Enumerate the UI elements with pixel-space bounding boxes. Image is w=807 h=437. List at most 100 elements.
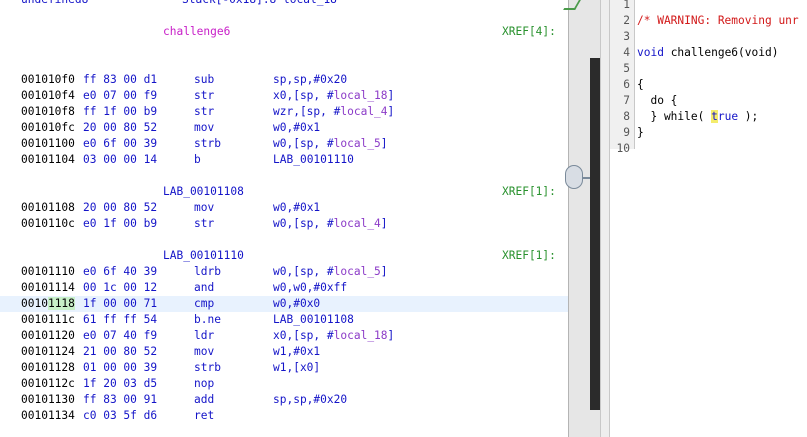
label-line[interactable]: LAB_00101108 XREF[1]: [0, 184, 568, 200]
function-label-line[interactable]: challenge6 XREF[4]: [0, 24, 568, 40]
decompiler-line[interactable]: 8 } while( true ); [610, 109, 807, 125]
instruction-address[interactable]: 00101118 [21, 296, 75, 312]
instruction-address[interactable]: 001010f8 [21, 104, 75, 120]
instruction-mnemonic[interactable]: str [194, 104, 214, 120]
instruction-mnemonic[interactable]: and [194, 280, 214, 296]
instruction-operands[interactable]: w1,[x0] [273, 360, 320, 376]
instruction-address[interactable]: 00101120 [21, 328, 75, 344]
instruction-address[interactable]: 001010f0 [21, 72, 75, 88]
instruction-operands[interactable]: LAB_00101110 [273, 152, 354, 168]
instruction-address[interactable]: 00101128 [21, 360, 75, 376]
decompiler-code[interactable]: do { [637, 93, 677, 109]
instruction-row[interactable]: 00101128 01 00 00 39 strb w1,[x0] [0, 360, 568, 376]
instruction-address[interactable]: 00101108 [21, 200, 75, 216]
decompiler-code[interactable]: { [637, 77, 644, 93]
instruction-row[interactable]: 00101130 ff 83 00 91 add sp,sp,#0x20 [0, 392, 568, 408]
label-xref[interactable]: XREF[1]: [502, 248, 556, 264]
instruction-address[interactable]: 00101134 [21, 408, 75, 424]
pane-separator[interactable] [600, 0, 610, 437]
instruction-operands[interactable]: w0,#0x1 [273, 200, 320, 216]
decompiler-pane[interactable]: 1 2 /* WARNING: Removing unr 3 4 void challen… [610, 0, 807, 437]
instruction-row[interactable]: 00101114 00 1c 00 12 and w0,w0,#0xff [0, 280, 568, 296]
code-label[interactable]: LAB_00101110 [163, 248, 244, 264]
decompiler-line[interactable]: 4 void challenge6(void) [610, 45, 807, 61]
instruction-operands[interactable]: w0,[sp, #local_5] [273, 264, 388, 280]
decompiler-line[interactable]: 1 [610, 0, 807, 13]
instruction-row[interactable]: 00101124 21 00 80 52 mov w1,#0x1 [0, 344, 568, 360]
instruction-mnemonic[interactable]: strb [194, 136, 221, 152]
instruction-address[interactable]: 0010110c [21, 216, 75, 232]
listing-pane[interactable]: undefined8 Stack[-0x18]:8 local_18challen… [0, 0, 568, 437]
instruction-mnemonic[interactable]: ldr [194, 328, 214, 344]
instruction-mnemonic[interactable]: ret [194, 408, 214, 424]
label-line[interactable]: LAB_00101110 XREF[1]: [0, 248, 568, 264]
instruction-row[interactable]: 0010112c 1f 20 03 d5 nop [0, 376, 568, 392]
instruction-address[interactable]: 00101110 [21, 264, 75, 280]
instruction-row[interactable]: 001010fc 20 00 80 52 mov w0,#0x1 [0, 120, 568, 136]
instruction-address[interactable]: 00101100 [21, 136, 75, 152]
instruction-operands[interactable]: x0,[sp, #local_18] [273, 328, 394, 344]
instruction-mnemonic[interactable]: mov [194, 200, 214, 216]
instruction-mnemonic[interactable]: str [194, 216, 214, 232]
instruction-operands[interactable]: LAB_00101108 [273, 312, 354, 328]
decompiler-line[interactable]: 6{ [610, 77, 807, 93]
instruction-address[interactable]: 00101130 [21, 392, 75, 408]
instruction-row[interactable]: 0010110c e0 1f 00 b9 str w0,[sp, #local_4] [0, 216, 568, 232]
function-label[interactable]: challenge6 [163, 24, 230, 40]
instruction-mnemonic[interactable]: strb [194, 360, 221, 376]
listing-scrollbar-thumb[interactable] [590, 58, 600, 410]
instruction-operands[interactable]: w0,#0x0 [273, 296, 320, 312]
instruction-address[interactable]: 00101124 [21, 344, 75, 360]
decompiler-code[interactable]: } while( true ); [637, 109, 758, 125]
instruction-operands[interactable]: sp,sp,#0x20 [273, 72, 347, 88]
decompiler-code[interactable]: } [637, 125, 644, 141]
instruction-row[interactable]: 00101120 e0 07 40 f9 ldr x0,[sp, #local_18] [0, 328, 568, 344]
decompiler-code[interactable]: void challenge6(void) [637, 45, 778, 61]
instruction-row[interactable]: 001010f4 e0 07 00 f9 str x0,[sp, #local_18] [0, 88, 568, 104]
instruction-operands[interactable]: w0,w0,#0xff [273, 280, 347, 296]
instruction-operands[interactable]: sp,sp,#0x20 [273, 392, 347, 408]
listing-stack-var-line[interactable]: undefined8 Stack[-0x18]:8 local_18 [0, 0, 568, 8]
instruction-row[interactable]: 00101134 c0 03 5f d6 ret [0, 408, 568, 424]
instruction-row[interactable]: 0010111c 61 ff ff 54 b.ne LAB_00101108 [0, 312, 568, 328]
instruction-mnemonic[interactable]: cmp [194, 296, 214, 312]
instruction-address[interactable]: 001010f4 [21, 88, 75, 104]
decompiler-line[interactable]: 3 [610, 29, 807, 45]
instruction-operands[interactable]: wzr,[sp, #local_4] [273, 104, 394, 120]
instruction-row[interactable]: 00101104 03 00 00 14 b LAB_00101110 [0, 152, 568, 168]
instruction-mnemonic[interactable]: ldrb [194, 264, 221, 280]
decompiler-line[interactable]: 5 [610, 61, 807, 77]
instruction-mnemonic[interactable]: mov [194, 120, 214, 136]
instruction-row-current[interactable]: 00101118 1f 00 00 71 cmp w0,#0x0 [0, 296, 568, 312]
instruction-mnemonic[interactable]: sub [194, 72, 214, 88]
instruction-row[interactable]: 001010f8 ff 1f 00 b9 str wzr,[sp, #local_4] [0, 104, 568, 120]
instruction-operands[interactable]: w1,#0x1 [273, 344, 320, 360]
code-label[interactable]: LAB_00101108 [163, 184, 244, 200]
instruction-operands[interactable]: x0,[sp, #local_18] [273, 88, 394, 104]
instruction-operands[interactable]: w0,[sp, #local_5] [273, 136, 388, 152]
instruction-operands[interactable]: w0,#0x1 [273, 120, 320, 136]
instruction-mnemonic[interactable]: nop [194, 376, 214, 392]
instruction-address[interactable]: 00101114 [21, 280, 75, 296]
label-xref[interactable]: XREF[1]: [502, 184, 556, 200]
function-xref[interactable]: XREF[4]: [502, 24, 556, 40]
decompiler-line[interactable]: 7 do { [610, 93, 807, 109]
instruction-address[interactable]: 0010111c [21, 312, 75, 328]
instruction-row[interactable]: 00101110 e0 6f 40 39 ldrb w0,[sp, #local_5] [0, 264, 568, 280]
instruction-mnemonic[interactable]: add [194, 392, 214, 408]
decompiler-code[interactable]: /* WARNING: Removing unr [637, 13, 799, 29]
instruction-address[interactable]: 0010112c [21, 376, 75, 392]
instruction-address[interactable]: 001010fc [21, 120, 75, 136]
pane-split-handle[interactable] [565, 165, 583, 189]
decompiler-line[interactable]: 10 [610, 141, 807, 157]
instruction-mnemonic[interactable]: str [194, 88, 214, 104]
instruction-address[interactable]: 00101104 [21, 152, 75, 168]
instruction-operands[interactable]: w0,[sp, #local_4] [273, 216, 388, 232]
decompiler-line[interactable]: 9} [610, 125, 807, 141]
decompiler-line[interactable]: 2 /* WARNING: Removing unr [610, 13, 807, 29]
instruction-mnemonic[interactable]: mov [194, 344, 214, 360]
instruction-mnemonic[interactable]: b.ne [194, 312, 221, 328]
instruction-row[interactable]: 001010f0 ff 83 00 d1 sub sp,sp,#0x20 [0, 72, 568, 88]
instruction-row[interactable]: 00101108 20 00 80 52 mov w0,#0x1 [0, 200, 568, 216]
instruction-row[interactable]: 00101100 e0 6f 00 39 strb w0,[sp, #local_5] [0, 136, 568, 152]
